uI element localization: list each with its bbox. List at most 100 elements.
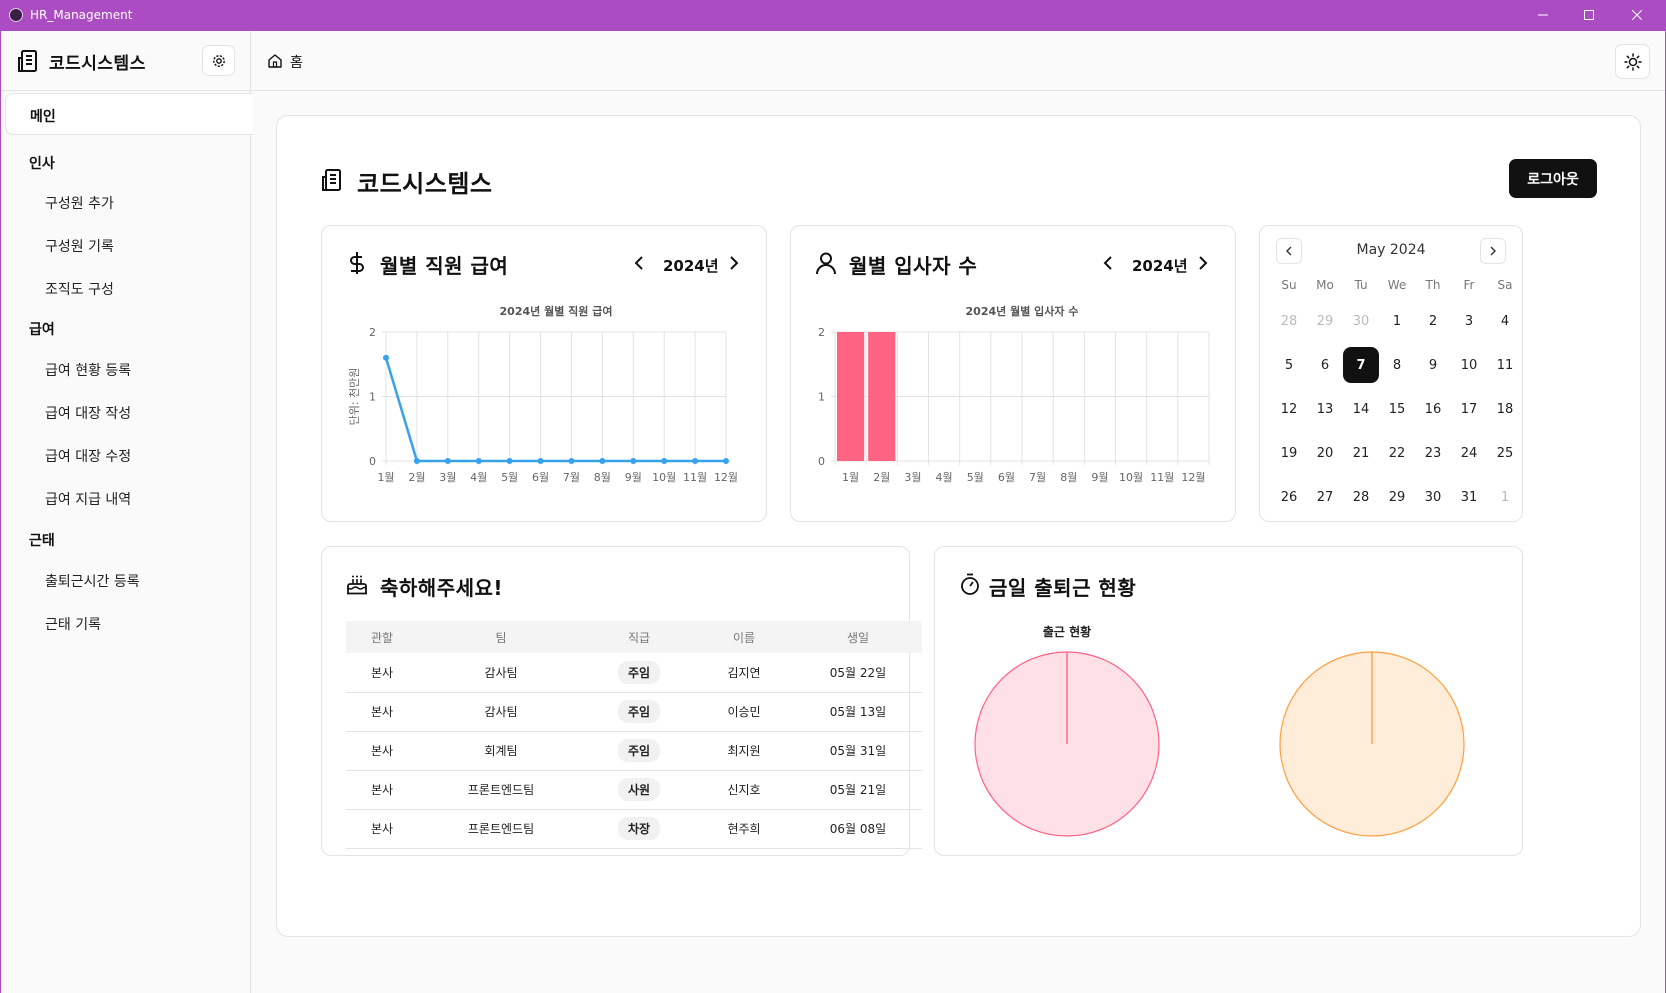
x-tick-label: 1월	[842, 471, 859, 484]
sidebar-item-clock-register[interactable]: 출퇴근시간 등록	[45, 571, 140, 591]
x-tick-label: 9월	[625, 471, 642, 484]
app-icon	[9, 8, 23, 22]
calendar-day[interactable]: 5	[1271, 347, 1307, 383]
maximize-button[interactable]	[1566, 0, 1612, 30]
calendar-day[interactable]: 10	[1451, 347, 1487, 383]
calendar-day[interactable]: 1	[1379, 303, 1415, 339]
user-icon	[816, 252, 836, 275]
table-row: 본사 감사팀 주임 이승민 05월 13일	[346, 692, 922, 732]
sidebar-item-ledger-edit[interactable]: 급여 대장 수정	[45, 446, 131, 466]
x-tick-label: 11월	[683, 471, 707, 484]
cell-rank: 주임	[584, 692, 694, 732]
calendar-day[interactable]: 30	[1415, 479, 1451, 515]
y-tick-label: 0	[369, 455, 376, 468]
calendar-day[interactable]: 23	[1415, 435, 1451, 471]
data-point	[599, 458, 606, 464]
calendar-day[interactable]: 16	[1415, 391, 1451, 427]
x-tick-label: 7월	[563, 471, 580, 484]
sidebar-section-hr: 인사	[29, 156, 55, 172]
chart-title: 2024년 월별 직원 급여	[500, 304, 613, 318]
calendar-day[interactable]: 24	[1451, 435, 1487, 471]
calendar-day[interactable]: 18	[1487, 391, 1523, 427]
calendar-week: 26 27 28 29 30 31 1	[1271, 475, 1523, 519]
breadcrumb[interactable]: 홈	[290, 52, 303, 72]
sidebar-item-attendance-records[interactable]: 근태 기록	[45, 614, 101, 634]
calendar-day[interactable]: 8	[1379, 347, 1415, 383]
calendar-day[interactable]: 1	[1487, 479, 1523, 515]
data-point	[630, 458, 637, 464]
cell-name: 이승민	[694, 692, 794, 732]
cell-team: 프론트엔드팀	[418, 809, 584, 849]
table-header-row: 관할 팀 직급 이름 생일	[346, 621, 922, 653]
sidebar-header: 코드시스템스	[1, 31, 251, 91]
brand-name: 코드시스템스	[49, 54, 146, 74]
topbar: 홈	[251, 31, 1665, 91]
minimize-button[interactable]	[1520, 0, 1566, 30]
home-icon	[268, 54, 282, 68]
calendar-day[interactable]: 30	[1343, 303, 1379, 339]
calendar-day[interactable]: 15	[1379, 391, 1415, 427]
chevron-left-icon[interactable]	[634, 256, 646, 270]
cell-birthday: 05월 13일	[794, 692, 922, 732]
x-tick-label: 4월	[470, 471, 487, 484]
calendar-day[interactable]: 11	[1487, 347, 1523, 383]
calendar-day[interactable]: 26	[1271, 479, 1307, 515]
calendar-day[interactable]: 29	[1307, 303, 1343, 339]
table-row: 본사 프론트엔드팀 사원 신지호 05월 21일	[346, 770, 922, 810]
calendar-day[interactable]: 28	[1271, 303, 1307, 339]
calendar-day[interactable]: 19	[1271, 435, 1307, 471]
sidebar-item-main[interactable]: 메인	[5, 93, 253, 135]
sidebar-item-payment-history[interactable]: 급여 지급 내역	[45, 489, 131, 509]
calendar-day[interactable]: 27	[1307, 479, 1343, 515]
window-title: HR_Management	[30, 8, 133, 22]
calendar-day[interactable]: 25	[1487, 435, 1523, 471]
cell-branch: 본사	[346, 770, 418, 810]
x-tick-label: 3월	[904, 471, 921, 484]
x-tick-label: 10월	[652, 471, 676, 484]
calendar-day[interactable]: 14	[1343, 391, 1379, 427]
calendar-day[interactable]: 13	[1307, 391, 1343, 427]
sidebar-item-member-records[interactable]: 구성원 기록	[45, 236, 114, 256]
calendar-day[interactable]: 3	[1451, 303, 1487, 339]
cell-team: 감사팀	[418, 653, 584, 693]
x-tick-label: 12월	[714, 471, 738, 484]
close-button[interactable]	[1614, 0, 1660, 30]
calendar-day[interactable]: 2	[1415, 303, 1451, 339]
weekday-label: Tu	[1354, 278, 1368, 292]
column-header: 직급	[584, 621, 694, 653]
sidebar-item-salary-register[interactable]: 급여 현황 등록	[45, 360, 131, 380]
data-point	[723, 458, 729, 464]
chevron-right-icon[interactable]	[727, 256, 739, 270]
cell-branch: 본사	[346, 653, 418, 693]
cell-team: 회계팀	[418, 731, 584, 771]
calendar-day[interactable]: 12	[1271, 391, 1307, 427]
calendar-day[interactable]: 22	[1379, 435, 1415, 471]
calendar-week: 28 29 30 1 2 3 4	[1271, 299, 1523, 343]
calendar-day[interactable]: 20	[1307, 435, 1343, 471]
hire-card-title: 월별 입사자 수	[849, 254, 978, 278]
chevron-left-icon[interactable]	[1103, 256, 1115, 270]
calendar-day[interactable]: 29	[1379, 479, 1415, 515]
theme-toggle-button[interactable]	[1615, 44, 1650, 79]
sidebar-item-org-chart[interactable]: 조직도 구성	[45, 279, 114, 299]
calendar-day[interactable]: 21	[1343, 435, 1379, 471]
calendar-day[interactable]: 17	[1451, 391, 1487, 427]
chevron-right-icon[interactable]	[1196, 256, 1208, 270]
x-tick-label: 12월	[1181, 471, 1205, 484]
calendar-day[interactable]: 28	[1343, 479, 1379, 515]
logout-button[interactable]: 로그아웃	[1509, 159, 1597, 198]
calendar-day[interactable]: 9	[1415, 347, 1451, 383]
calendar-day-selected[interactable]: 7	[1343, 347, 1379, 383]
x-tick-label: 5월	[501, 471, 518, 484]
calendar-next-button[interactable]	[1480, 238, 1506, 264]
calendar-day[interactable]: 31	[1451, 479, 1487, 515]
settings-button[interactable]	[202, 45, 235, 76]
calendar-day[interactable]: 4	[1487, 303, 1523, 339]
y-axis-label: 단위: 천만원	[347, 368, 361, 426]
hire-bar-chart: 2024년 월별 입사자 수 0 1 2 1월 2월 3월 4월 5월 6월 7월 8월 9월 10월 11…	[818, 304, 1210, 484]
sidebar-item-add-member[interactable]: 구성원 추가	[45, 193, 114, 213]
sidebar-item-ledger-create[interactable]: 급여 대장 작성	[45, 403, 131, 423]
calendar-day[interactable]: 6	[1307, 347, 1343, 383]
cell-birthday: 05월 21일	[794, 770, 922, 810]
data-point	[661, 458, 668, 464]
